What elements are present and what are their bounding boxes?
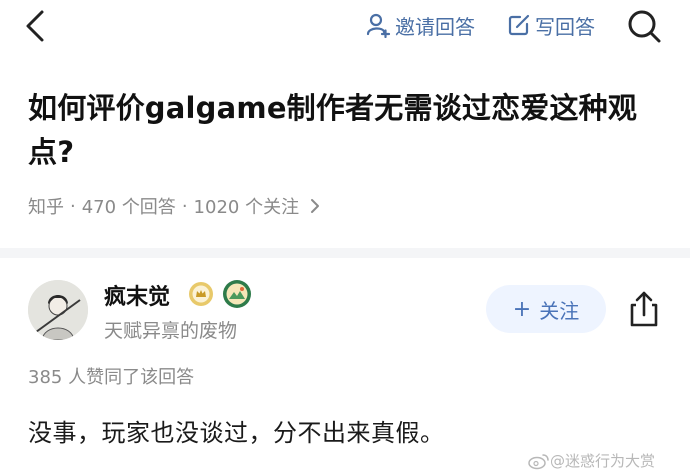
invite-answer-label: 邀请回答 xyxy=(395,14,475,39)
follow-label: 关注 xyxy=(539,298,580,323)
edit-icon xyxy=(508,14,530,36)
write-answer-label: 写回答 xyxy=(535,14,595,39)
follow-button[interactable]: + 关注 xyxy=(486,285,606,333)
invite-user-icon xyxy=(366,13,391,38)
plus-icon: + xyxy=(512,296,532,322)
answers-count: 470 个回答 xyxy=(81,197,176,218)
level-badge-icon xyxy=(189,282,213,306)
write-answer-button[interactable]: 写回答 xyxy=(507,10,595,40)
chevron-right-icon xyxy=(311,199,320,213)
question-source: 知乎 xyxy=(28,197,64,218)
weibo-icon xyxy=(528,453,549,469)
watermark: @迷惑行为大赏 xyxy=(528,450,655,471)
author-name[interactable]: 疯末觉 xyxy=(104,279,170,311)
section-divider xyxy=(0,248,690,258)
invite-answer-button[interactable]: 邀请回答 xyxy=(365,10,475,40)
share-button[interactable] xyxy=(626,289,662,329)
achievement-badge-icon xyxy=(223,280,251,308)
followers-count: 1020 个关注 xyxy=(193,197,300,218)
search-button[interactable] xyxy=(624,6,664,46)
back-button[interactable] xyxy=(20,6,56,46)
share-icon xyxy=(630,291,658,327)
answer-content[interactable]: 没事，玩家也没谈过，分不出来真假。 xyxy=(28,413,445,448)
question-meta[interactable]: 知乎 · 470 个回答 · 1020 个关注 xyxy=(28,193,323,219)
author-bio: 天赋异禀的废物 xyxy=(104,320,238,342)
author-avatar[interactable] xyxy=(28,280,88,340)
watermark-text: @迷惑行为大赏 xyxy=(550,452,656,470)
search-icon xyxy=(628,10,661,43)
question-title[interactable]: 如何评价galgame制作者无需谈过恋爱这种观点? xyxy=(28,86,668,174)
avatar-illustration xyxy=(28,280,88,340)
top-bar: 邀请回答 写回答 xyxy=(0,0,690,56)
meta-separator: · xyxy=(70,195,76,217)
meta-separator: · xyxy=(181,195,188,217)
vote-count: 385 人赞同了该回答 xyxy=(28,367,195,388)
back-arrow-icon xyxy=(26,10,44,42)
